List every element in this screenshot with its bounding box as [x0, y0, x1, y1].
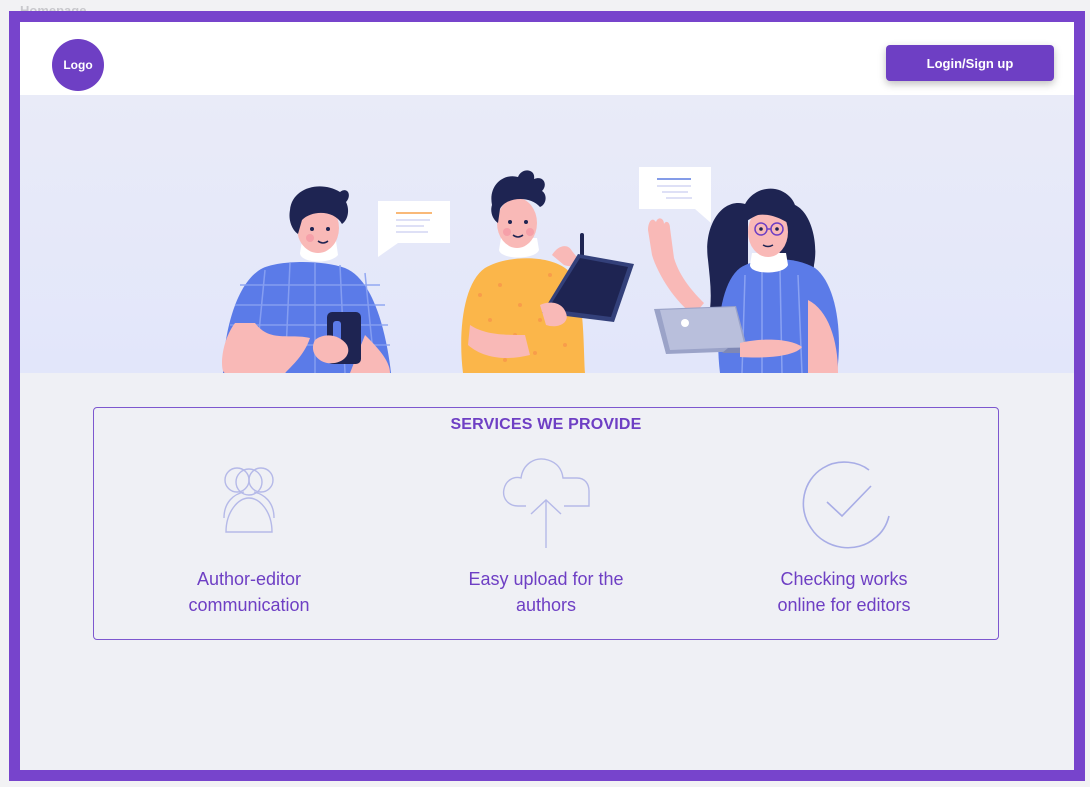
- login-signup-button[interactable]: Login/Sign up: [886, 45, 1054, 81]
- service-easy-upload: Easy upload for the authors: [416, 456, 676, 618]
- navbar: Logo Login/Sign up: [20, 22, 1074, 95]
- speech-bubble-left: [378, 201, 450, 257]
- logo[interactable]: Logo: [52, 39, 104, 91]
- hero-illustration: [20, 95, 1074, 373]
- hero-illustration-graphic: [222, 167, 839, 373]
- service-author-editor: Author-editor communication: [119, 456, 379, 618]
- person-with-phone: [222, 186, 391, 373]
- services-title: SERVICES WE PROVIDE: [450, 416, 642, 433]
- services-section: SERVICES WE PROVIDE Author-editor commun…: [93, 407, 999, 640]
- service-label-line2: online for editors: [777, 595, 911, 615]
- speech-bubble-right: [639, 167, 711, 223]
- checkmark-circle-icon: [802, 461, 890, 549]
- page-frame: Logo Login/Sign up SERVICES WE PROVIDE A…: [9, 11, 1085, 781]
- service-checking-works: Checking works online for editors: [714, 456, 974, 618]
- users-icon: [223, 467, 275, 533]
- person-with-tablet: [461, 170, 634, 373]
- service-label-line2: authors: [515, 595, 577, 615]
- cloud-upload-icon: [502, 458, 590, 548]
- service-label-line1: Easy upload for the: [468, 569, 624, 589]
- service-label-line2: communication: [188, 595, 310, 615]
- service-label-line1: Author-editor: [196, 569, 302, 589]
- service-label-line1: Checking works: [780, 569, 908, 589]
- person-with-laptop: [648, 188, 839, 373]
